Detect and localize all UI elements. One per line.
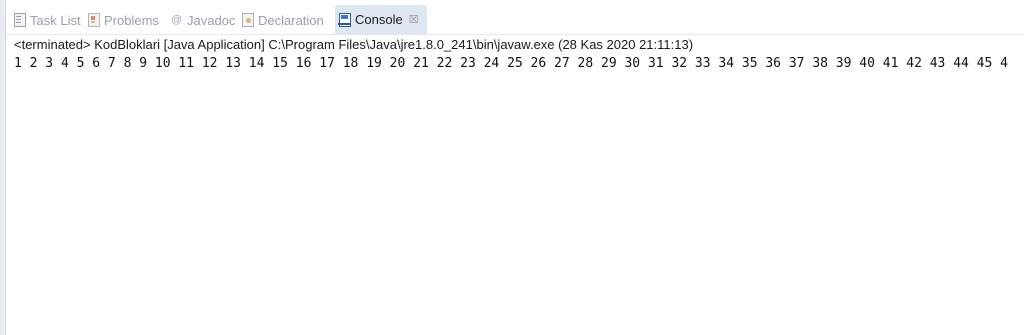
tab-console-label: Console (355, 12, 403, 27)
tab-console[interactable]: Console ☒ (335, 5, 427, 34)
tab-task-list[interactable]: Task List (14, 9, 81, 31)
tab-problems-label: Problems (104, 12, 159, 28)
console-view: Task List Problems @ Javadoc Declaration… (0, 0, 1024, 335)
console-status-line: <terminated> KodBloklari [Java Applicati… (14, 37, 694, 52)
tab-javadoc-label: Javadoc (187, 12, 236, 28)
tab-task-list-label: Task List (30, 12, 81, 28)
tab-declaration[interactable]: Declaration (242, 9, 324, 31)
view-left-border (0, 0, 6, 335)
problems-icon (88, 13, 100, 27)
close-icon[interactable]: ☒ (409, 13, 419, 26)
tab-declaration-label: Declaration (258, 12, 324, 28)
declaration-icon (242, 13, 254, 27)
tab-javadoc[interactable]: @ Javadoc (171, 9, 235, 31)
tab-bar-divider (6, 34, 1024, 35)
tab-problems[interactable]: Problems (88, 9, 159, 31)
console-icon (338, 13, 351, 27)
task-list-icon (14, 13, 26, 27)
console-output[interactable]: 1 2 3 4 5 6 7 8 9 10 11 12 13 14 15 16 1… (14, 56, 1024, 71)
javadoc-icon: @ (171, 14, 183, 26)
